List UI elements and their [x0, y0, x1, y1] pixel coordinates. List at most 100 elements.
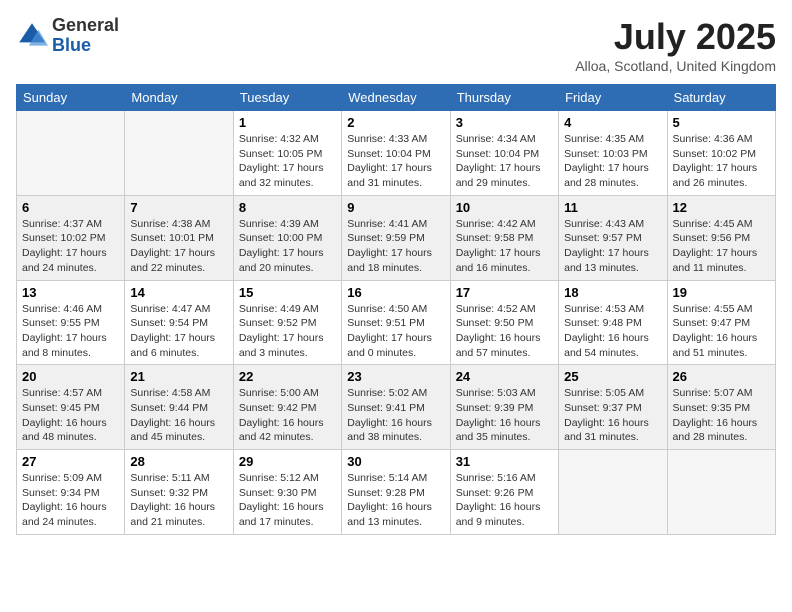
day-info: Sunrise: 4:34 AMSunset: 10:04 PMDaylight… — [456, 132, 553, 191]
day-number: 12 — [673, 200, 770, 215]
day-info: Sunrise: 4:53 AMSunset: 9:48 PMDaylight:… — [564, 302, 661, 361]
month-title: July 2025 — [575, 16, 776, 58]
day-cell — [667, 450, 775, 535]
day-cell: 14 Sunrise: 4:47 AMSunset: 9:54 PMDayligh… — [125, 280, 233, 365]
day-number: 19 — [673, 285, 770, 300]
title-section: July 2025 Alloa, Scotland, United Kingdo… — [575, 16, 776, 74]
day-cell: 4 Sunrise: 4:35 AMSunset: 10:03 PMDayligh… — [559, 111, 667, 196]
logo-general: General — [52, 16, 119, 36]
day-info: Sunrise: 4:41 AMSunset: 9:59 PMDaylight:… — [347, 217, 444, 276]
day-number: 17 — [456, 285, 553, 300]
day-number: 15 — [239, 285, 336, 300]
day-info: Sunrise: 5:14 AMSunset: 9:28 PMDaylight:… — [347, 471, 444, 530]
day-cell: 16 Sunrise: 4:50 AMSunset: 9:51 PMDayligh… — [342, 280, 450, 365]
day-cell: 27 Sunrise: 5:09 AMSunset: 9:34 PMDayligh… — [17, 450, 125, 535]
day-cell: 31 Sunrise: 5:16 AMSunset: 9:26 PMDayligh… — [450, 450, 558, 535]
weekday-header-wednesday: Wednesday — [342, 85, 450, 111]
day-cell: 11Sunrise: 4:43 AMSunset: 9:57 PMDayligh… — [559, 195, 667, 280]
day-info: Sunrise: 4:36 AMSunset: 10:02 PMDaylight… — [673, 132, 770, 191]
day-cell: 5 Sunrise: 4:36 AMSunset: 10:02 PMDayligh… — [667, 111, 775, 196]
logo: General Blue — [16, 16, 119, 56]
day-cell: 24 Sunrise: 5:03 AMSunset: 9:39 PMDayligh… — [450, 365, 558, 450]
day-number: 13 — [22, 285, 119, 300]
day-info: Sunrise: 4:38 AMSunset: 10:01 PMDaylight… — [130, 217, 227, 276]
day-cell: 18Sunrise: 4:53 AMSunset: 9:48 PMDayligh… — [559, 280, 667, 365]
logo-text: General Blue — [52, 16, 119, 56]
week-row-1: 1 Sunrise: 4:32 AMSunset: 10:05 PMDayligh… — [17, 111, 776, 196]
calendar-table: SundayMondayTuesdayWednesdayThursdayFrid… — [16, 84, 776, 535]
day-info: Sunrise: 5:05 AMSunset: 9:37 PMDaylight:… — [564, 386, 661, 445]
day-number: 27 — [22, 454, 119, 469]
day-cell: 22 Sunrise: 5:00 AMSunset: 9:42 PMDayligh… — [233, 365, 341, 450]
day-info: Sunrise: 4:32 AMSunset: 10:05 PMDaylight… — [239, 132, 336, 191]
day-info: Sunrise: 4:50 AMSunset: 9:51 PMDaylight:… — [347, 302, 444, 361]
day-info: Sunrise: 5:16 AMSunset: 9:26 PMDaylight:… — [456, 471, 553, 530]
weekday-header-sunday: Sunday — [17, 85, 125, 111]
day-number: 26 — [673, 369, 770, 384]
day-number: 10 — [456, 200, 553, 215]
day-number: 5 — [673, 115, 770, 130]
day-number: 29 — [239, 454, 336, 469]
day-info: Sunrise: 5:00 AMSunset: 9:42 PMDaylight:… — [239, 386, 336, 445]
weekday-header-thursday: Thursday — [450, 85, 558, 111]
day-info: Sunrise: 4:39 AMSunset: 10:00 PMDaylight… — [239, 217, 336, 276]
day-cell: 28Sunrise: 5:11 AMSunset: 9:32 PMDayligh… — [125, 450, 233, 535]
day-info: Sunrise: 5:09 AMSunset: 9:34 PMDaylight:… — [22, 471, 119, 530]
day-cell: 7 Sunrise: 4:38 AMSunset: 10:01 PMDayligh… — [125, 195, 233, 280]
day-cell: 13 Sunrise: 4:46 AMSunset: 9:55 PMDayligh… — [17, 280, 125, 365]
day-cell — [559, 450, 667, 535]
week-row-4: 20 Sunrise: 4:57 AMSunset: 9:45 PMDayligh… — [17, 365, 776, 450]
weekday-header-saturday: Saturday — [667, 85, 775, 111]
day-info: Sunrise: 4:37 AMSunset: 10:02 PMDaylight… — [22, 217, 119, 276]
weekday-header-row: SundayMondayTuesdayWednesdayThursdayFrid… — [17, 85, 776, 111]
day-cell: 17Sunrise: 4:52 AMSunset: 9:50 PMDayligh… — [450, 280, 558, 365]
day-cell: 3 Sunrise: 4:34 AMSunset: 10:04 PMDayligh… — [450, 111, 558, 196]
logo-blue: Blue — [52, 36, 119, 56]
location: Alloa, Scotland, United Kingdom — [575, 58, 776, 74]
day-cell: 15 Sunrise: 4:49 AMSunset: 9:52 PMDayligh… — [233, 280, 341, 365]
day-cell: 30 Sunrise: 5:14 AMSunset: 9:28 PMDayligh… — [342, 450, 450, 535]
day-number: 28 — [130, 454, 227, 469]
day-info: Sunrise: 5:02 AMSunset: 9:41 PMDaylight:… — [347, 386, 444, 445]
day-number: 14 — [130, 285, 227, 300]
day-cell: 9 Sunrise: 4:41 AMSunset: 9:59 PMDaylight… — [342, 195, 450, 280]
day-cell: 29Sunrise: 5:12 AMSunset: 9:30 PMDayligh… — [233, 450, 341, 535]
day-number: 24 — [456, 369, 553, 384]
day-number: 7 — [130, 200, 227, 215]
day-number: 16 — [347, 285, 444, 300]
day-cell — [17, 111, 125, 196]
day-cell: 10Sunrise: 4:42 AMSunset: 9:58 PMDayligh… — [450, 195, 558, 280]
day-number: 4 — [564, 115, 661, 130]
day-number: 20 — [22, 369, 119, 384]
day-cell: 19 Sunrise: 4:55 AMSunset: 9:47 PMDayligh… — [667, 280, 775, 365]
day-cell: 1 Sunrise: 4:32 AMSunset: 10:05 PMDayligh… — [233, 111, 341, 196]
day-number: 2 — [347, 115, 444, 130]
day-cell: 21Sunrise: 4:58 AMSunset: 9:44 PMDayligh… — [125, 365, 233, 450]
day-info: Sunrise: 4:47 AMSunset: 9:54 PMDaylight:… — [130, 302, 227, 361]
day-cell: 12Sunrise: 4:45 AMSunset: 9:56 PMDayligh… — [667, 195, 775, 280]
day-info: Sunrise: 4:49 AMSunset: 9:52 PMDaylight:… — [239, 302, 336, 361]
day-cell: 25 Sunrise: 5:05 AMSunset: 9:37 PMDayligh… — [559, 365, 667, 450]
day-info: Sunrise: 4:57 AMSunset: 9:45 PMDaylight:… — [22, 386, 119, 445]
day-number: 22 — [239, 369, 336, 384]
day-cell: 2 Sunrise: 4:33 AMSunset: 10:04 PMDayligh… — [342, 111, 450, 196]
weekday-header-friday: Friday — [559, 85, 667, 111]
day-number: 30 — [347, 454, 444, 469]
day-info: Sunrise: 5:03 AMSunset: 9:39 PMDaylight:… — [456, 386, 553, 445]
day-info: Sunrise: 4:43 AMSunset: 9:57 PMDaylight:… — [564, 217, 661, 276]
day-cell: 23 Sunrise: 5:02 AMSunset: 9:41 PMDayligh… — [342, 365, 450, 450]
day-number: 23 — [347, 369, 444, 384]
week-row-5: 27 Sunrise: 5:09 AMSunset: 9:34 PMDayligh… — [17, 450, 776, 535]
day-number: 25 — [564, 369, 661, 384]
day-number: 3 — [456, 115, 553, 130]
day-number: 9 — [347, 200, 444, 215]
day-info: Sunrise: 4:33 AMSunset: 10:04 PMDaylight… — [347, 132, 444, 191]
day-info: Sunrise: 4:46 AMSunset: 9:55 PMDaylight:… — [22, 302, 119, 361]
day-number: 31 — [456, 454, 553, 469]
page-header: General Blue July 2025 Alloa, Scotland, … — [16, 16, 776, 74]
day-info: Sunrise: 4:35 AMSunset: 10:03 PMDaylight… — [564, 132, 661, 191]
day-cell: 6Sunrise: 4:37 AMSunset: 10:02 PMDayligh… — [17, 195, 125, 280]
day-number: 1 — [239, 115, 336, 130]
day-info: Sunrise: 4:55 AMSunset: 9:47 PMDaylight:… — [673, 302, 770, 361]
day-cell: 20 Sunrise: 4:57 AMSunset: 9:45 PMDayligh… — [17, 365, 125, 450]
